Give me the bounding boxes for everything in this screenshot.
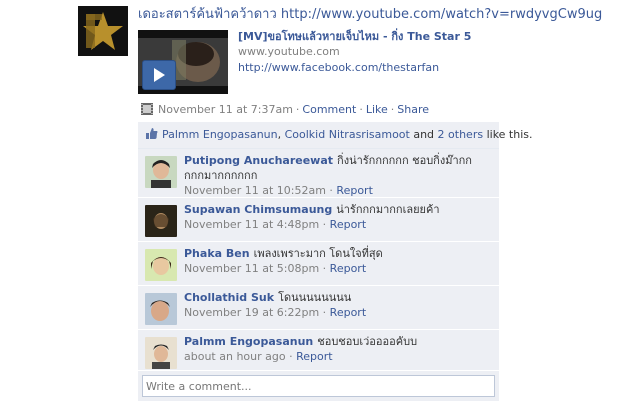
share-link[interactable]: Share — [397, 103, 429, 116]
comment-time: November 11 at 4:48pm — [184, 218, 320, 231]
post-timestamp[interactable]: November 11 at 7:37am — [158, 103, 293, 116]
post-header: เดอะสตาร์ค้นฟ้าคว้าดาว http://www.youtub… — [138, 6, 602, 24]
write-comment-box — [138, 371, 499, 401]
attachment-source: www.youtube.com — [238, 45, 340, 58]
video-film-icon — [140, 102, 154, 116]
comment-item: Chollathid Suk โดนนนนนนนน November 19 at … — [138, 286, 499, 330]
likes-suffix: like this. — [486, 128, 533, 141]
like-thumb-icon — [145, 124, 158, 139]
comment-author[interactable]: Supawan Chimsumaung — [184, 203, 332, 216]
comment-time: November 19 at 6:22pm — [184, 306, 320, 319]
comment-text: โดนนนนนนนน — [278, 291, 352, 304]
write-comment-input[interactable] — [142, 375, 495, 397]
comment-item: Putipong Anuchareewat กิ่งน่ารักกกกกก ชอบ… — [138, 149, 499, 198]
report-link[interactable]: Report — [330, 262, 366, 275]
attachment-description[interactable]: http://www.facebook.com/thestarfan — [238, 60, 501, 76]
report-link[interactable]: Report — [296, 350, 332, 363]
commenter-avatar[interactable] — [145, 156, 177, 188]
comment-text: เพลงเพราะมาก โดนใจที่สุด — [253, 247, 383, 260]
comment-author[interactable]: Putipong Anuchareewat — [184, 154, 333, 167]
comment-text: ชอบชอบเว่ออออคับบ — [317, 335, 418, 348]
link-attachment: [MV]ขอโทษแล้วหายเจ็บไหม - กิ่ง The Star … — [138, 30, 501, 94]
comment-author[interactable]: Palmm Engopasanun — [184, 335, 313, 348]
post-meta: November 11 at 7:37am · Comment · Like · Share — [140, 102, 429, 118]
comment-author[interactable]: Chollathid Suk — [184, 291, 274, 304]
liker-link[interactable]: Palmm Engopasanun — [162, 128, 278, 141]
likes-others-link[interactable]: 2 others — [438, 128, 484, 141]
comment-author[interactable]: Phaka Ben — [184, 247, 250, 260]
likes-and-text: and — [413, 128, 435, 141]
commenter-avatar[interactable] — [145, 293, 177, 325]
commenter-avatar[interactable] — [145, 205, 177, 237]
commenter-avatar[interactable] — [145, 337, 177, 369]
comment-item: Supawan Chimsumaung น่ารักกกมากกเลยยค้า N… — [138, 198, 499, 242]
report-link[interactable]: Report — [330, 218, 366, 231]
feedback-box: Palmm Engopasanun, Coolkid Nitrasrisamoo… — [138, 122, 533, 401]
comment-item: Palmm Engopasanun ชอบชอบเว่ออออคับบ about… — [138, 330, 499, 371]
comment-time: about an hour ago — [184, 350, 286, 363]
comment-time: November 11 at 5:08pm — [184, 262, 320, 275]
liker-link[interactable]: Coolkid Nitrasrisamoot — [285, 128, 410, 141]
video-thumbnail[interactable] — [138, 30, 228, 94]
page-avatar[interactable] — [78, 6, 128, 56]
report-link[interactable]: Report — [330, 306, 366, 319]
comment-time: November 11 at 10:52am — [184, 184, 326, 197]
comment-item: Phaka Ben เพลงเพราะมาก โดนใจที่สุด Novemb… — [138, 242, 499, 286]
page-name-link[interactable]: เดอะสตาร์ค้นฟ้าคว้าดาว — [138, 7, 277, 22]
attachment-title[interactable]: [MV]ขอโทษแล้วหายเจ็บไหม - กิ่ง The Star … — [238, 30, 501, 44]
likes-summary: Palmm Engopasanun, Coolkid Nitrasrisamoo… — [138, 122, 533, 149]
comment-link[interactable]: Comment — [302, 103, 356, 116]
comment-text: น่ารักกกมากกเลยยค้า — [336, 203, 440, 216]
report-link[interactable]: Report — [336, 184, 372, 197]
play-icon[interactable] — [142, 60, 176, 90]
like-link[interactable]: Like — [366, 103, 388, 116]
post-link-url[interactable]: http://www.youtube.com/watch?v=rwdyvgCw9… — [281, 7, 602, 22]
commenter-avatar[interactable] — [145, 249, 177, 281]
